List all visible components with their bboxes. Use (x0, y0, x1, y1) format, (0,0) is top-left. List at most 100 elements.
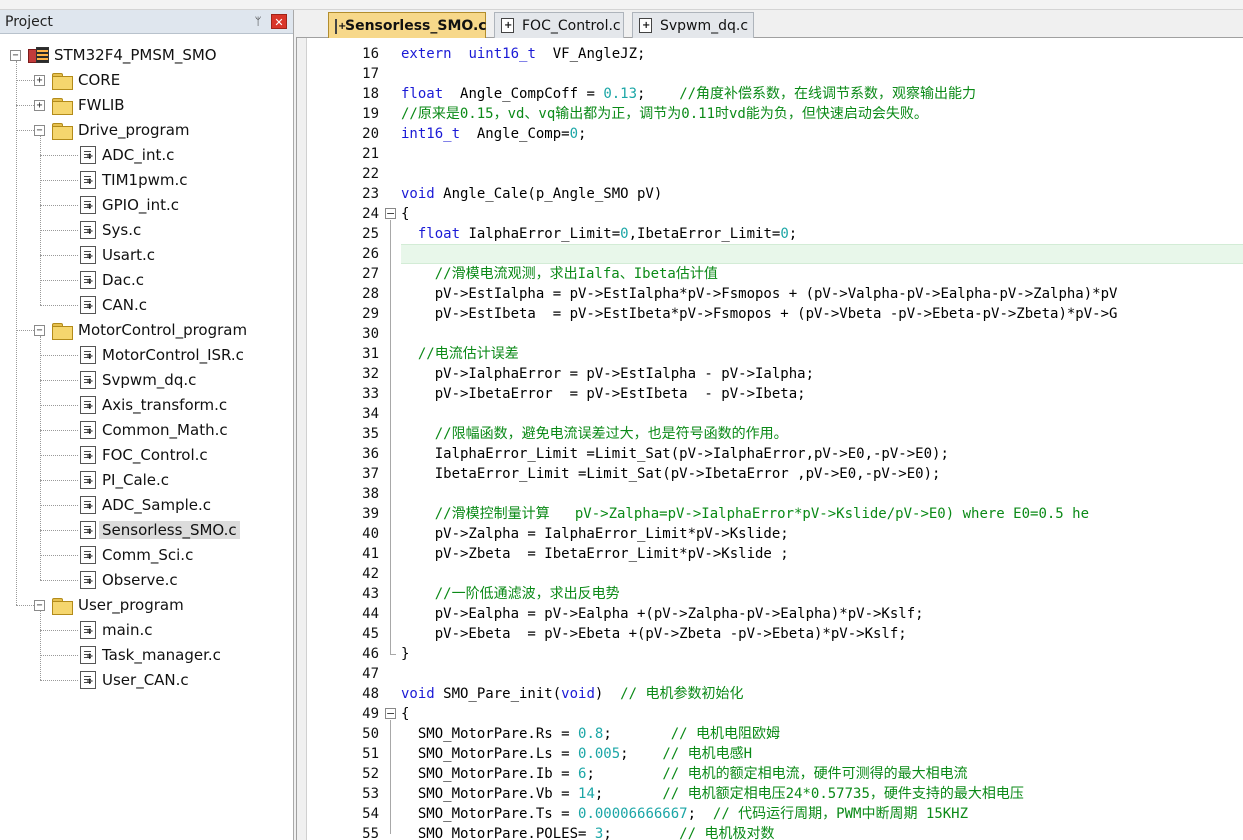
line-number: 33 (362, 386, 379, 402)
tree-file-item[interactable]: main.c (80, 619, 153, 641)
tree-file-item[interactable]: Svpwm_dq.c (80, 369, 196, 391)
code-line[interactable]: 36 IalphaError_Limit =Limit_Sat(pV->Ialp… (297, 444, 1243, 464)
tree-file-item[interactable]: CAN.c (80, 294, 147, 316)
project-panel-title: Project (5, 13, 53, 30)
code-line[interactable]: 53 SMO_MotorPare.Vb = 14; // 电机额定相电压24*0… (297, 784, 1243, 804)
code-line[interactable]: 33 pV->IbetaError = pV->EstIbeta - pV->I… (297, 384, 1243, 404)
folder-closed-icon (52, 72, 73, 90)
code-line[interactable]: 54 SMO_MotorPare.Ts = 0.00006666667; // … (297, 804, 1243, 824)
project-icon (28, 47, 49, 63)
code-text: pV->Ealpha = pV->Ealpha +(pV->Zalpha-pV-… (401, 604, 924, 624)
tree-file-item[interactable]: FOC_Control.c (80, 444, 208, 466)
code-line[interactable]: 18 float Angle_CompCoff = 0.13; //角度补偿系数，… (297, 84, 1243, 104)
tree-project-root[interactable]: STM32F4_PMSM_SMO (28, 44, 217, 66)
code-editor[interactable]: 16 extern uint16_t VF_AngleJZ; 17 18 float A… (296, 38, 1243, 840)
tree-folder-item[interactable]: User_program (52, 594, 184, 616)
editor-tab[interactable]: Sensorless_SMO.c (328, 12, 487, 39)
code-line[interactable]: 38 (297, 484, 1243, 504)
code-line[interactable]: 19 //原来是0.15，vd、vq输出都为正，调节为0.11时vd能为负，但快速… (297, 104, 1243, 124)
code-line[interactable]: 31 //电流估计误差 (297, 344, 1243, 364)
fold-collapse-icon[interactable]: − (385, 208, 396, 219)
collapse-icon[interactable]: − (34, 125, 45, 136)
tree-file-item[interactable]: ADC_int.c (80, 144, 174, 166)
code-line[interactable]: 47 (297, 664, 1243, 684)
code-line[interactable]: 30 (297, 324, 1243, 344)
code-token: VF_AngleJZ; (535, 46, 646, 62)
code-line[interactable]: 52 SMO_MotorPare.Ib = 6; // 电机的额定相电流，硬件可… (297, 764, 1243, 784)
tree-file-item[interactable]: Axis_transform.c (80, 394, 227, 416)
code-line[interactable]: 35 //限幅函数，避免电流误差过大，也是符号函数的作用。 (297, 424, 1243, 444)
c-file-icon (80, 271, 96, 289)
tree-file-item[interactable]: ADC_Sample.c (80, 494, 211, 516)
code-line[interactable]: 46} (297, 644, 1243, 664)
tree-folder-item[interactable]: Drive_program (52, 119, 190, 141)
code-line[interactable]: 50 SMO_MotorPare.Rs = 0.8; // 电机电阻欧姆 (297, 724, 1243, 744)
code-line[interactable]: 55 SMO_MotorPare.POLES= 3; // 电机极对数 (297, 824, 1243, 840)
expand-icon[interactable]: + (34, 75, 45, 86)
code-line[interactable]: 26 (297, 244, 1243, 264)
editor-tab[interactable]: FOC_Control.c (494, 12, 624, 38)
line-number: 52 (362, 766, 379, 782)
expand-icon[interactable]: + (34, 100, 45, 111)
code-token: ,IbetaError_Limit= (628, 226, 781, 242)
code-line[interactable]: 32 pV->IalphaError = pV->EstIalpha - pV-… (297, 364, 1243, 384)
code-line[interactable]: 43 //一阶低通滤波，求出反电势 (297, 584, 1243, 604)
tree-file-item[interactable]: Dac.c (80, 269, 144, 291)
collapse-icon[interactable]: − (34, 600, 45, 611)
code-line[interactable]: 22 (297, 164, 1243, 184)
code-line[interactable]: 41 pV->Zbeta = IbetaError_Limit*pV->Ksli… (297, 544, 1243, 564)
tree-file-item[interactable]: Comm_Sci.c (80, 544, 193, 566)
tree-file-item[interactable]: Task_manager.c (80, 644, 221, 666)
tree-file-item[interactable]: PI_Cale.c (80, 469, 169, 491)
code-line[interactable]: 42 (297, 564, 1243, 584)
tree-file-item[interactable]: MotorControl_ISR.c (80, 344, 244, 366)
number-token: 0.005 (578, 746, 621, 762)
tree-file-item[interactable]: Observe.c (80, 569, 178, 591)
code-line[interactable]: 37 IbetaError_Limit =Limit_Sat(pV->Ibeta… (297, 464, 1243, 484)
tree-file-item[interactable]: TIM1pwm.c (80, 169, 188, 191)
tree-file-item[interactable]: Sys.c (80, 219, 141, 241)
close-icon[interactable]: ✕ (271, 14, 287, 29)
code-line[interactable]: 21 (297, 144, 1243, 164)
code-line[interactable]: 23 void Angle_Cale(p_Angle_SMO pV) (297, 184, 1243, 204)
c-file-icon (80, 146, 96, 164)
tree-folder-item[interactable]: MotorControl_program (52, 319, 247, 341)
line-number: 42 (362, 566, 379, 582)
tree-connector (40, 580, 78, 581)
code-line[interactable]: 29 pV->EstIbeta = pV->EstIbeta*pV->Fsmop… (297, 304, 1243, 324)
c-file-icon (80, 246, 96, 264)
keyword-token: int16_t (401, 126, 461, 142)
tree-item-label: MotorControl_program (78, 321, 248, 339)
tree-file-item[interactable]: Common_Math.c (80, 419, 228, 441)
tree-folder-item[interactable]: CORE (52, 69, 120, 91)
tree-item-label: ADC_int.c (102, 146, 175, 164)
code-line[interactable]: 17 (297, 64, 1243, 84)
code-line[interactable]: 16 extern uint16_t VF_AngleJZ; (297, 44, 1243, 64)
c-file-icon (80, 296, 96, 314)
code-line[interactable]: 28 pV->EstIalpha = pV->EstIalpha*pV->Fsm… (297, 284, 1243, 304)
code-token: ; (620, 746, 663, 762)
code-line[interactable]: 39 //滑模控制量计算 pV->Zalpha=pV->IalphaError*… (297, 504, 1243, 524)
code-line[interactable]: 49 { (297, 704, 1243, 724)
tree-file-item[interactable]: Usart.c (80, 244, 155, 266)
code-line[interactable]: 40 pV->Zalpha = IalphaError_Limit*pV->Ks… (297, 524, 1243, 544)
code-line[interactable]: 27 //滑模电流观测，求出Ialfa、Ibeta估计值 (297, 264, 1243, 284)
collapse-icon[interactable]: − (34, 325, 45, 336)
fold-collapse-icon[interactable]: − (385, 708, 396, 719)
tree-file-item[interactable]: User_CAN.c (80, 669, 189, 691)
pin-icon[interactable]: ᛘ (251, 15, 265, 29)
tree-file-item[interactable]: GPIO_int.c (80, 194, 179, 216)
code-line[interactable]: 48 void SMO_Pare_init(void) // 电机参数初始化 (297, 684, 1243, 704)
code-line[interactable]: 34 (297, 404, 1243, 424)
code-line[interactable]: 45 pV->Ebeta = pV->Ebeta +(pV->Zbeta -pV… (297, 624, 1243, 644)
line-number: 16 (362, 46, 379, 62)
code-line[interactable]: 44 pV->Ealpha = pV->Ealpha +(pV->Zalpha-… (297, 604, 1243, 624)
tree-file-item[interactable]: Sensorless_SMO.c (80, 519, 240, 541)
code-line[interactable]: 51 SMO_MotorPare.Ls = 0.005; // 电机电感H (297, 744, 1243, 764)
code-line[interactable]: 25 float IalphaError_Limit=0,IbetaError_… (297, 224, 1243, 244)
tree-folder-item[interactable]: FWLIB (52, 94, 125, 116)
code-line[interactable]: 24 { (297, 204, 1243, 224)
code-line[interactable]: 20 int16_t Angle_Comp=0; (297, 124, 1243, 144)
collapse-icon[interactable]: − (10, 50, 21, 61)
editor-tab[interactable]: Svpwm_dq.c (632, 12, 754, 38)
